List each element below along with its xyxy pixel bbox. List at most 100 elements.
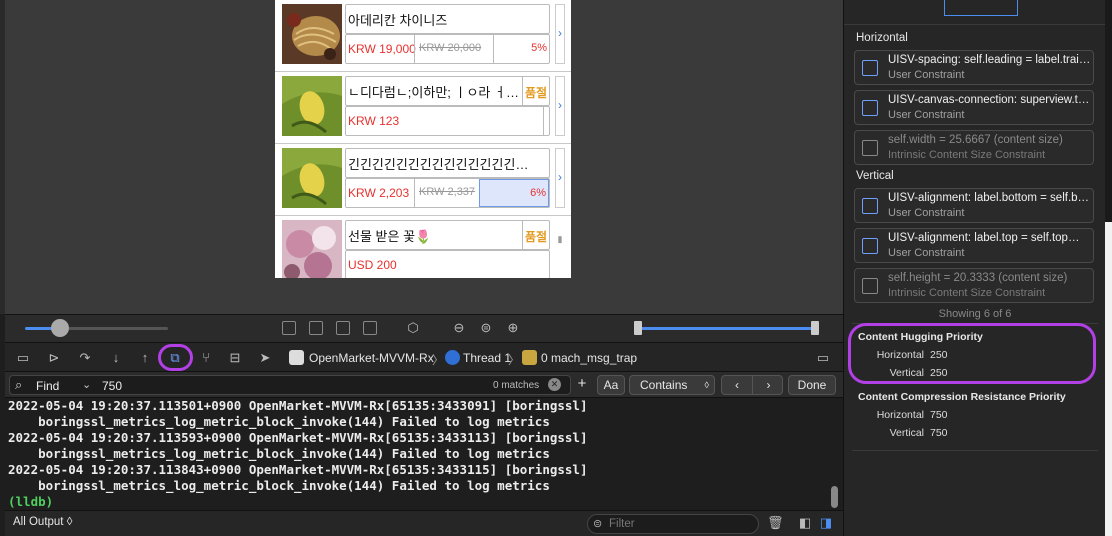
zoom-out-icon[interactable]: ⊖ <box>451 320 467 336</box>
toggle-console-icon[interactable]: ▭ <box>815 350 831 366</box>
compression-priority-title: Content Compression Resistance Priority <box>858 391 1066 403</box>
original-price: KRW 20,000 <box>414 35 492 63</box>
console-bottom-bar: All Output ◊ ⊜ Filter 🗑 ◧ ◨ <box>5 510 843 536</box>
product-cell[interactable]: 아데리칸 차이니즈 KRW 19,000 KRW 20,000 5% › <box>275 0 571 72</box>
memory-graph-icon[interactable]: ⑂ <box>198 350 214 366</box>
background-window-edge <box>1105 0 1112 536</box>
compression-horizontal-value[interactable]: 750 <box>930 409 948 421</box>
search-icon: ⌕ <box>15 377 23 392</box>
log-line: boringssl_metrics_log_metric_block_invok… <box>8 446 550 461</box>
step-out-icon[interactable]: ↑ <box>137 350 153 366</box>
thread-breadcrumb[interactable]: Thread 1 <box>463 351 511 365</box>
constraint-icon <box>862 278 878 294</box>
product-cell[interactable]: 긴긴긴긴긴긴긴긴긴긴긴긴긴긴… KRW 2,203 KRW 2,337 6% › <box>275 144 571 216</box>
layers-icon[interactable] <box>363 321 377 335</box>
actual-size-icon[interactable]: ⊜ <box>478 320 494 336</box>
spacing-slider-knob[interactable] <box>51 319 69 337</box>
filter-field[interactable]: ⊜ Filter <box>587 514 759 534</box>
view-debugger-icon[interactable]: ⧉ <box>167 350 183 366</box>
show-variables-icon[interactable]: ◧ <box>797 515 813 531</box>
product-cell[interactable]: 선물 받은 꽃🌷 품절 USD 200 ▮ <box>275 216 571 278</box>
product-price: KRW 2,203 <box>348 186 410 200</box>
find-previous-icon[interactable]: ‹ <box>722 376 753 394</box>
constraint-count: Showing 6 of 6 <box>938 308 1012 320</box>
product-thumbnail <box>282 4 342 64</box>
constraint-row[interactable]: self.width = 25.6667 (content size) Intr… <box>854 130 1094 165</box>
xcode-window: 아데리칸 차이니즈 KRW 19,000 KRW 20,000 5% › ㄴ디다… <box>0 0 1112 536</box>
product-cell[interactable]: ㄴ디다럼ㄴ;이하만; ㅣㅇ라 ㅓ… 품절 KRW 123 › <box>275 72 571 144</box>
spacing-slider-track[interactable] <box>60 327 168 330</box>
compression-vertical-value[interactable]: 750 <box>930 427 948 439</box>
simulate-location-icon[interactable]: ➤ <box>257 350 273 366</box>
title-box: 아데리칸 차이니즈 <box>345 4 550 34</box>
log-line: 2022-05-04 19:20:37.113843+0900 OpenMark… <box>8 462 588 477</box>
console-output[interactable]: 2022-05-04 19:20:37.113501+0900 OpenMark… <box>5 398 843 510</box>
compression-vertical-label: Vertical <box>889 427 924 439</box>
frame-breadcrumb[interactable]: 0 mach_msg_trap <box>541 351 637 365</box>
find-field[interactable]: ⌕ Find ⌄ 750 0 matches ✕ <box>9 375 571 395</box>
constraint-subtitle: User Constraint <box>888 247 965 259</box>
find-bar: ⌕ Find ⌄ 750 0 matches ✕ + Aa Contains ◊… <box>5 372 843 398</box>
constraint-subtitle: User Constraint <box>888 69 965 81</box>
done-button[interactable]: Done <box>788 375 836 395</box>
hugging-horizontal-label: Horizontal <box>876 349 924 361</box>
clear-search-icon[interactable]: ✕ <box>548 378 561 391</box>
size-diagram <box>944 0 1018 16</box>
constraint-row[interactable]: self.height = 20.3333 (content size) Int… <box>854 268 1094 303</box>
step-into-icon[interactable]: ↓ <box>108 350 124 366</box>
constraint-row[interactable]: UISV-canvas-connection: superview.t… Use… <box>854 90 1094 125</box>
match-type-select[interactable]: Contains ◊ <box>629 375 715 395</box>
constraint-title: self.height = 20.3333 (content size) <box>888 272 1068 284</box>
view-debugger-canvas[interactable]: 아데리칸 차이니즈 KRW 19,000 KRW 20,000 5% › ㄴ디다… <box>0 0 843 314</box>
hugging-horizontal-value[interactable]: 250 <box>930 349 948 361</box>
match-case-button[interactable]: Aa <box>597 375 625 395</box>
console-scrollbar[interactable] <box>831 486 838 508</box>
find-query[interactable]: 750 <box>102 379 122 393</box>
chevron-down-icon[interactable]: ⌄ <box>82 378 91 391</box>
output-selector[interactable]: All Output ◊ <box>13 516 72 528</box>
app-icon <box>289 350 304 365</box>
discount-rate-selected[interactable]: 6% <box>479 179 549 207</box>
environment-overrides-icon[interactable]: ⊟ <box>227 350 243 366</box>
trash-icon[interactable]: 🗑 <box>767 515 784 531</box>
filter-placeholder: Filter <box>609 518 635 530</box>
hugging-vertical-value[interactable]: 250 <box>930 367 948 379</box>
continue-icon[interactable]: ⊳ <box>46 350 62 366</box>
product-thumbnail <box>282 220 342 278</box>
constraint-title: UISV-alignment: label.top = self.top… <box>888 232 1080 244</box>
constraint-row[interactable]: UISV-alignment: label.top = self.top… Us… <box>854 228 1094 263</box>
add-pattern-button[interactable]: + <box>569 375 595 395</box>
app-preview[interactable]: 아데리칸 차이니즈 KRW 19,000 KRW 20,000 5% › ㄴ디다… <box>275 0 571 278</box>
log-line: 2022-05-04 19:20:37.113501+0900 OpenMark… <box>8 398 588 413</box>
constraint-row[interactable]: UISV-spacing: self.leading = label.trai…… <box>854 50 1094 85</box>
constraint-icon <box>862 198 878 214</box>
frame-icon <box>522 350 537 365</box>
find-next-icon[interactable]: › <box>753 376 784 394</box>
zoom-in-icon[interactable]: ⊕ <box>505 320 521 336</box>
range-slider-start[interactable] <box>634 321 642 335</box>
step-over-icon[interactable]: ↷ <box>77 350 93 366</box>
hugging-priority-title: Content Hugging Priority <box>858 331 983 343</box>
horizontal-section-title: Horizontal <box>856 32 908 44</box>
scheme-breadcrumb[interactable]: OpenMarket-MVVM-Rx <box>309 351 434 365</box>
constraint-icon <box>862 100 878 116</box>
constraint-row[interactable]: UISV-alignment: label.bottom = self.b… U… <box>854 188 1094 223</box>
product-thumbnail <box>282 148 342 208</box>
vertical-section-title: Vertical <box>856 170 894 182</box>
range-slider-end[interactable] <box>811 321 819 335</box>
lldb-prompt[interactable]: (lldb) <box>8 494 53 509</box>
scroll-indicator: ▮ <box>557 234 563 244</box>
product-title: 긴긴긴긴긴긴긴긴긴긴긴긴긴긴… <box>348 157 529 172</box>
canvas-edge <box>0 0 5 314</box>
chevron-right-icon: › <box>555 76 565 136</box>
show-clipped-icon[interactable] <box>309 321 323 335</box>
hide-debug-area-icon[interactable]: ▭ <box>15 350 31 366</box>
product-title: 아데리칸 차이니즈 <box>348 13 448 28</box>
find-mode[interactable]: Find <box>36 379 59 393</box>
clip-content-icon[interactable] <box>282 321 296 335</box>
show-console-icon[interactable]: ◨ <box>818 515 834 531</box>
size-inspector: Horizontal UISV-spacing: self.leading = … <box>843 0 1106 536</box>
wireframe-icon[interactable] <box>336 321 350 335</box>
constraint-icon <box>862 140 878 156</box>
orient-3d-icon[interactable]: ⬡ <box>405 320 421 336</box>
